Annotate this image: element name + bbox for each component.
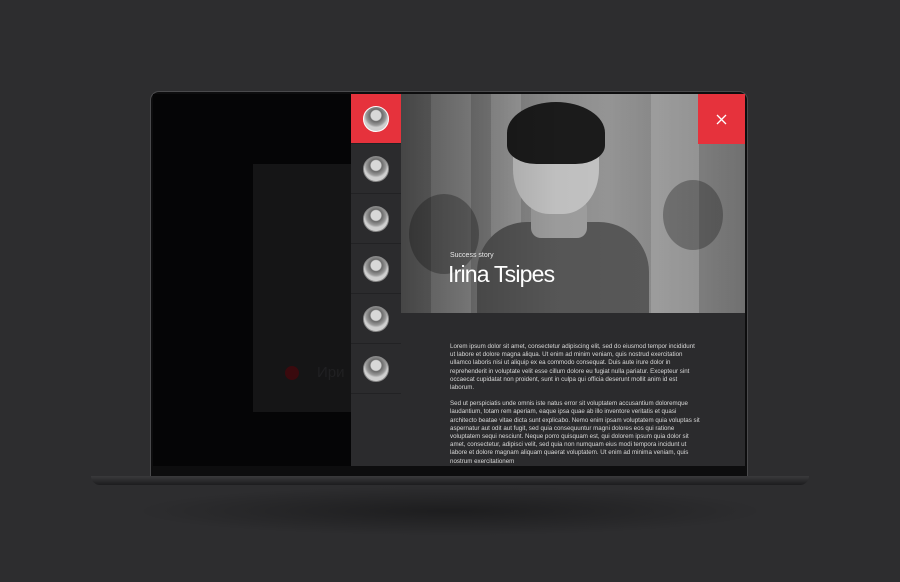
avatar	[363, 205, 389, 232]
avatar	[363, 305, 389, 332]
story-thumbnail-list	[351, 94, 401, 466]
story-paragraph-2: Sed ut perspiciatis unde omnis iste natu…	[450, 400, 700, 465]
story-panel: Success story Irina Tsipes Lorem ipsum d…	[401, 94, 745, 466]
thumbnail-2[interactable]	[351, 144, 401, 194]
avatar	[363, 355, 389, 382]
laptop-base	[91, 476, 809, 485]
laptop-shadow	[130, 486, 770, 536]
thumbnail-5[interactable]	[351, 294, 401, 344]
close-button[interactable]	[698, 94, 745, 144]
story-body: Lorem ipsum dolor sit amet, consectetur …	[450, 343, 700, 466]
background-page-title: Ири	[317, 364, 345, 381]
thumbnail-6[interactable]	[351, 344, 401, 394]
story-kicker: Success story	[450, 252, 494, 259]
avatar	[363, 105, 389, 132]
thumbnail-4[interactable]	[351, 244, 401, 294]
background-page-dot	[285, 366, 299, 380]
story-person-name: Irina Tsipes	[448, 261, 555, 287]
close-icon	[716, 114, 727, 124]
hero-photo: Success story Irina Tsipes	[401, 94, 745, 313]
thumbnail-3[interactable]	[351, 194, 401, 244]
thumbnail-irina-tsipes[interactable]	[351, 94, 401, 144]
avatar	[363, 155, 389, 182]
avatar	[363, 255, 389, 282]
laptop-screen: Ири Success story Irina Tsipes Lorem ips…	[153, 94, 745, 466]
story-paragraph-1: Lorem ipsum dolor sit amet, consectetur …	[450, 343, 695, 392]
